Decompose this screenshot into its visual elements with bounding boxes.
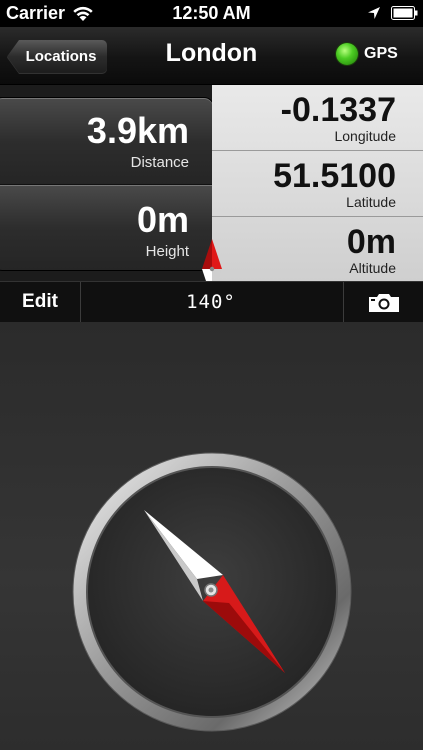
battery-icon	[391, 6, 418, 20]
compass-area	[0, 322, 423, 750]
heading-readout: 140°	[186, 291, 236, 313]
latitude-cell: 51.5100 Latitude	[212, 151, 423, 217]
clock: 12:50 AM	[172, 3, 251, 23]
coordinates-panel: -0.1337 Longitude 51.5100 Latitude 0m Al…	[212, 85, 423, 281]
latitude-value: 51.5100	[273, 157, 396, 195]
height-card: 0m Height	[0, 184, 214, 271]
edit-button[interactable]: Edit	[0, 282, 81, 322]
navigation-bar: Locations London GPS	[0, 27, 423, 85]
altitude-value: 0m	[346, 223, 396, 261]
info-panel: 3.9km Distance 0m Height -0.1337 Longitu…	[0, 85, 423, 299]
compass-dial[interactable]	[71, 451, 353, 733]
gps-label: GPS	[364, 45, 398, 62]
page-title: London	[165, 39, 258, 67]
camera-icon	[369, 294, 399, 312]
longitude-value: -0.1337	[280, 91, 396, 129]
gps-status-icon	[336, 43, 358, 65]
height-value: 0m	[136, 199, 189, 240]
longitude-label: Longitude	[334, 128, 396, 144]
height-label: Height	[145, 243, 189, 260]
latitude-label: Latitude	[346, 194, 396, 210]
distance-value: 3.9km	[86, 110, 189, 151]
camera-button[interactable]	[343, 282, 423, 322]
altitude-label: Altitude	[349, 260, 396, 276]
location-arrow-icon	[368, 7, 380, 19]
distance-card: 3.9km Distance	[0, 97, 214, 186]
status-bar: Carrier 12:50 AM	[0, 0, 423, 27]
distance-label: Distance	[130, 154, 189, 171]
longitude-cell: -0.1337 Longitude	[212, 85, 423, 151]
altitude-cell: 0m Altitude	[212, 217, 423, 281]
toolbar: Edit 140°	[0, 281, 423, 323]
